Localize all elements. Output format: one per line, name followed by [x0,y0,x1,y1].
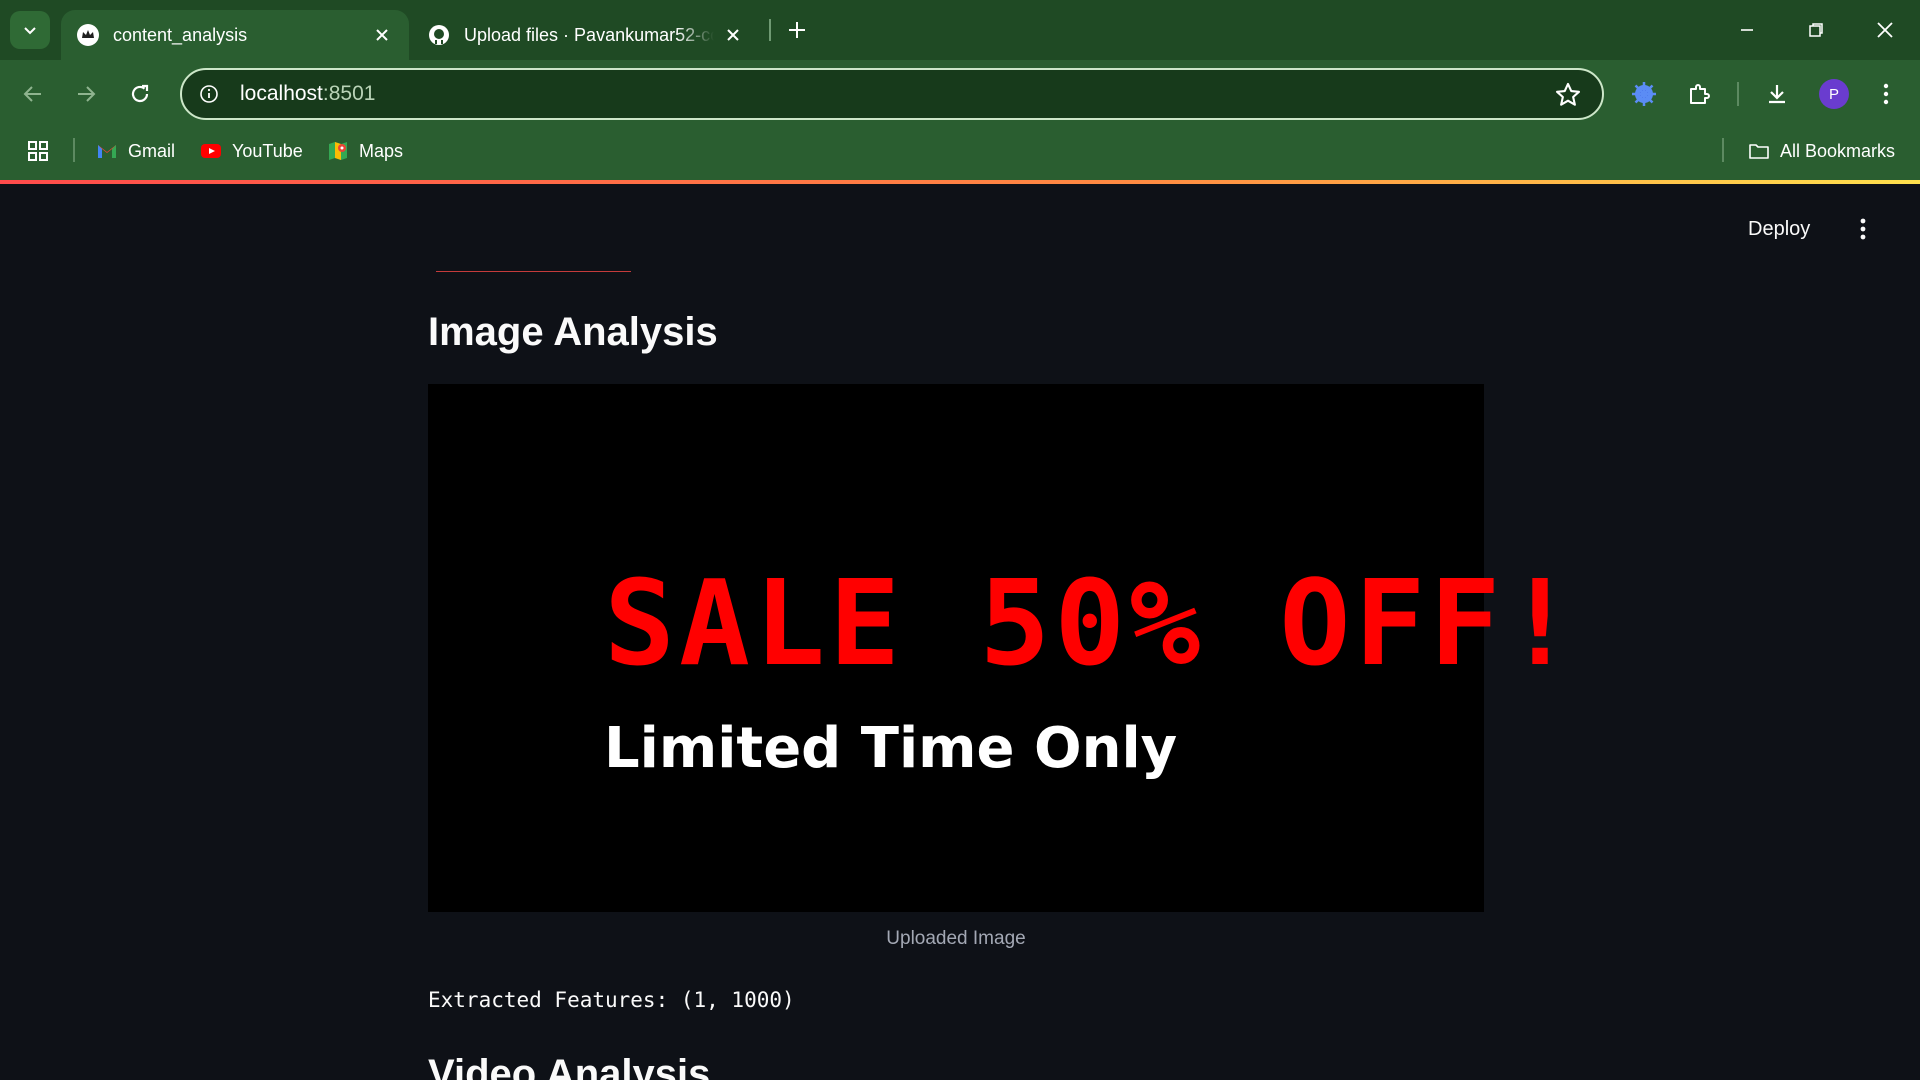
gear-flower-icon [1632,82,1656,106]
bookmark-gmail[interactable]: Gmail [96,136,175,166]
arrow-left-icon [23,86,41,102]
back-button[interactable] [15,76,51,112]
restore-icon [1809,23,1823,37]
uploaded-image: SALE 50% OFF! Limited Time Only [428,384,1576,912]
image-subline: Limited Time Only [604,716,1178,781]
tab-content-analysis[interactable]: content_analysis [61,10,409,60]
all-bookmarks-label: All Bookmarks [1780,140,1896,161]
extensions-menu-button[interactable] [1681,76,1717,112]
image-caption: Uploaded Image [886,928,1026,949]
puzzle-icon [1690,84,1710,104]
extracted-features-text: Extracted Features: (1, 1000) [428,988,795,1012]
close-tab-button[interactable] [722,24,744,46]
url-text: localhost:8501 [240,82,375,106]
downloads-button[interactable] [1759,76,1795,112]
profile-avatar[interactable]: P [1819,79,1849,109]
bookmark-label: YouTube [232,140,303,161]
close-icon [376,29,388,41]
maps-icon [329,142,347,160]
section-divider [436,271,631,272]
bookmark-youtube[interactable]: YouTube [200,136,303,166]
plus-icon [789,22,805,38]
bookmark-star-icon[interactable] [1554,81,1582,109]
site-info-button[interactable] [194,79,224,109]
minimize-button[interactable] [1724,10,1770,50]
reload-button[interactable] [122,76,158,112]
bookmarks-divider [1722,138,1724,162]
image-headline: SALE 50% OFF! [604,554,1580,692]
close-window-button[interactable] [1862,10,1908,50]
extension-button[interactable] [1626,76,1662,112]
tab-title: content_analysis [113,24,248,45]
github-icon [429,25,449,45]
kebab-menu-icon [1883,83,1889,105]
video-analysis-heading: Video Analysis [428,1052,711,1080]
url-host: localhost [240,82,323,105]
chevron-down-icon [24,27,36,35]
download-icon [1769,85,1785,104]
app-menu-button[interactable] [1851,214,1875,244]
tab-search-button[interactable] [10,11,50,49]
bookmarks-divider [73,138,75,162]
reload-icon [131,84,149,103]
bookmark-label: Maps [359,140,404,161]
url-port: :8501 [322,82,376,105]
close-icon [727,29,739,41]
folder-icon [1749,144,1769,159]
new-tab-button[interactable] [781,14,813,46]
close-tab-button[interactable] [371,24,393,46]
all-bookmarks-button[interactable]: All Bookmarks [1748,136,1895,166]
deploy-button[interactable]: Deploy [1748,218,1810,241]
streamlit-crown-icon [77,24,99,46]
kebab-menu-icon [1860,218,1866,240]
bookmark-maps[interactable]: Maps [327,136,403,166]
forward-button[interactable] [68,76,104,112]
tab-upload-files[interactable]: Upload files · Pavankumar52-co [412,10,760,60]
address-bar[interactable]: localhost:8501 [180,68,1604,120]
gmail-icon [98,145,116,158]
tab-title: Upload files · Pavankumar52-co [464,24,714,45]
arrow-right-icon [78,86,96,102]
close-icon [1877,22,1893,38]
tab-divider [769,19,771,41]
youtube-icon [201,144,221,158]
apps-grid-icon [28,141,48,161]
browser-chrome: content_analysis Upload files · Pavankum… [0,0,1920,182]
info-icon [200,85,218,103]
toolbar-divider [1737,82,1739,106]
image-analysis-heading: Image Analysis [428,310,718,354]
minimize-icon [1741,29,1753,31]
bookmark-label: Gmail [128,140,176,161]
apps-button[interactable] [26,136,50,166]
app-main: Deploy Image Analysis SALE 50% OFF! Limi… [0,184,1920,1080]
restore-button[interactable] [1793,10,1839,50]
browser-menu-button[interactable] [1868,76,1904,112]
